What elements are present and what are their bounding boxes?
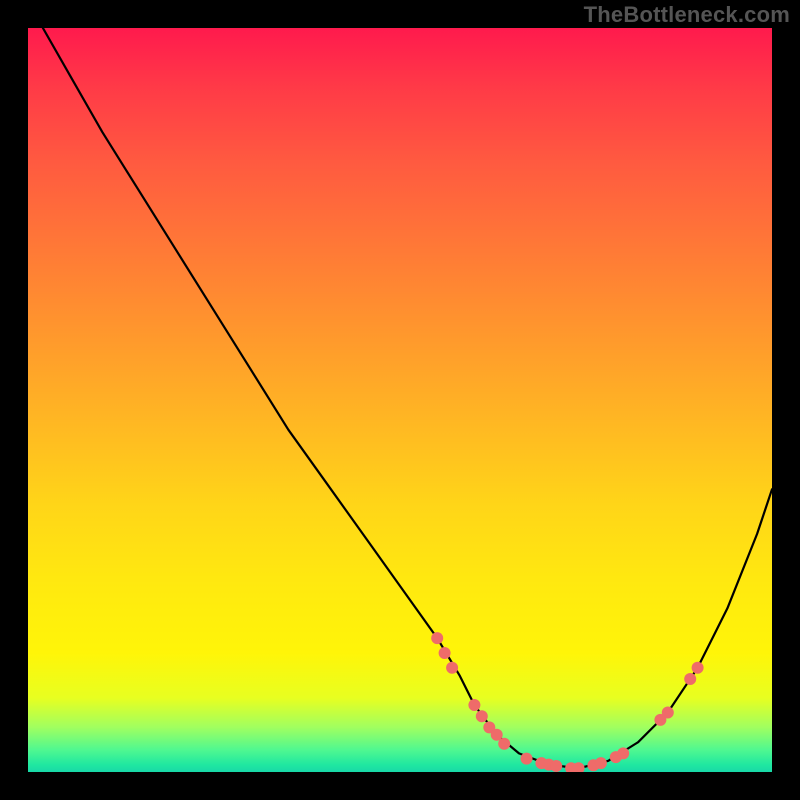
marker-point — [550, 760, 562, 772]
plot-area — [28, 28, 772, 772]
marker-group — [431, 632, 703, 772]
marker-point — [692, 662, 704, 674]
curve-svg — [28, 28, 772, 772]
watermark-text: TheBottleneck.com — [584, 2, 790, 28]
bottleneck-curve-path — [43, 28, 772, 768]
marker-point — [468, 699, 480, 711]
marker-point — [476, 710, 488, 722]
marker-point — [446, 662, 458, 674]
marker-point — [662, 707, 674, 719]
marker-point — [595, 757, 607, 769]
marker-point — [498, 738, 510, 750]
marker-point — [431, 632, 443, 644]
marker-point — [684, 673, 696, 685]
marker-point — [439, 647, 451, 659]
chart-container: TheBottleneck.com — [0, 0, 800, 800]
marker-point — [617, 747, 629, 759]
marker-point — [521, 753, 533, 765]
